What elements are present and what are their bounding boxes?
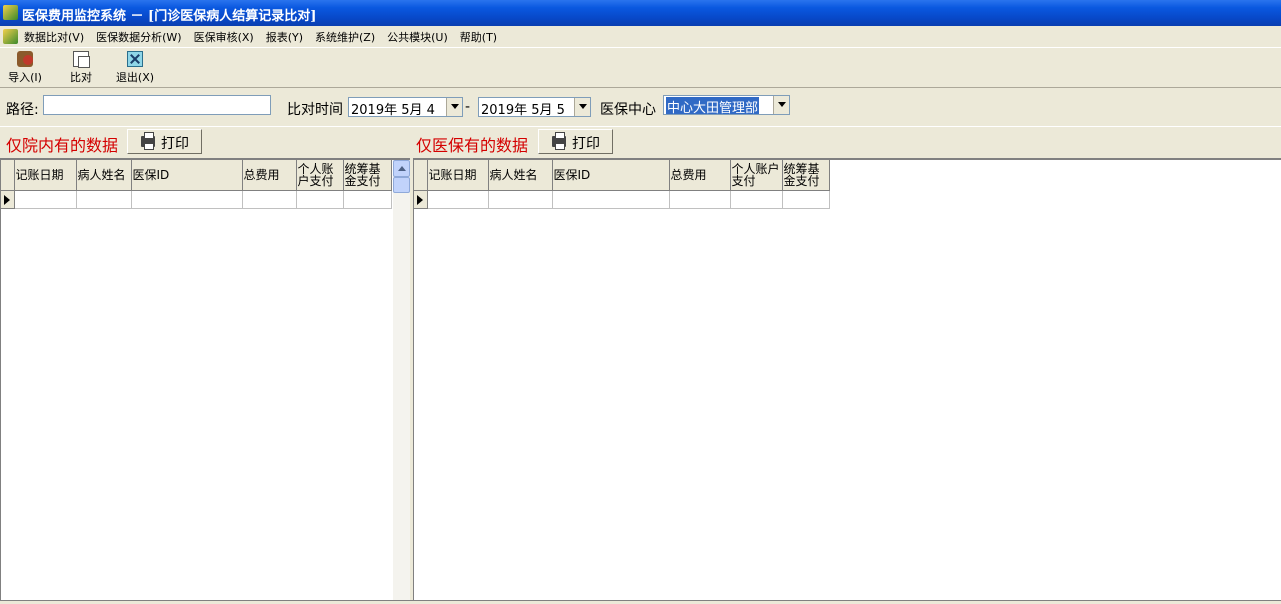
table-cell[interactable] <box>131 190 243 209</box>
hospital-only-title: 仅院内有的数据 <box>6 136 119 155</box>
table-cell[interactable] <box>343 190 392 209</box>
current-row-indicator <box>414 190 428 209</box>
print-right-label: 打印 <box>572 136 600 152</box>
column-header[interactable]: 统筹基金支付 <box>782 160 830 191</box>
column-header[interactable]: 记账日期 <box>427 160 489 191</box>
insurance-center-value: 中心大田管理部 <box>666 97 760 114</box>
status-edge <box>0 600 1281 604</box>
table-cell[interactable] <box>488 190 553 209</box>
chevron-down-icon[interactable] <box>446 98 462 116</box>
app-icon <box>3 5 18 20</box>
column-header[interactable]: 病人姓名 <box>488 160 553 191</box>
table-row[interactable] <box>1 190 392 209</box>
date-from-value: 2019年 5月 4 <box>351 103 435 117</box>
scroll-up-icon[interactable] <box>393 160 410 177</box>
title-bar: 医保费用监控系统 － [门诊医保病人结算记录比对] <box>0 0 1281 26</box>
menu-insurance-audit[interactable]: 医保审核(X) <box>194 29 254 45</box>
table-cell[interactable] <box>242 190 297 209</box>
scroll-thumb[interactable] <box>393 177 410 193</box>
insurance-only-grid[interactable]: 记账日期 病人姓名 医保ID 总费用 个人账户支付 统筹基金支付 <box>413 158 1281 600</box>
current-row-indicator <box>1 190 15 209</box>
date-to-picker[interactable]: 2019年 5月 5 <box>478 97 591 117</box>
menu-system-maintenance[interactable]: 系统维护(Z) <box>315 29 375 45</box>
insurance-center-label: 医保中心 <box>600 102 656 118</box>
printer-icon <box>141 132 155 150</box>
insurance-center-select[interactable]: 中心大田管理部 <box>663 95 790 115</box>
hospital-only-table: 记账日期 病人姓名 医保ID 总费用 个人账户支付 统筹基金支付 <box>1 160 392 209</box>
compare-button[interactable]: 比对 <box>66 49 96 85</box>
column-header[interactable]: 统筹基金支付 <box>343 160 392 191</box>
window-title: 医保费用监控系统 － [门诊医保病人结算记录比对] <box>22 9 317 24</box>
compare-time-label: 比对时间 <box>287 102 343 118</box>
menu-help[interactable]: 帮助(T) <box>460 29 497 45</box>
print-left-button[interactable]: 打印 <box>127 129 202 154</box>
insurance-only-title: 仅医保有的数据 <box>416 136 529 155</box>
exit-button[interactable]: 退出(X) <box>113 49 157 85</box>
app-menu-icon[interactable] <box>3 29 18 44</box>
path-input[interactable] <box>43 95 271 115</box>
column-header[interactable]: 个人账户支付 <box>730 160 783 191</box>
filter-bar: 路径: 比对时间 2019年 5月 4 - 2019年 5月 5 医保中心 中心… <box>0 88 1281 127</box>
exit-label: 退出(X) <box>115 71 155 84</box>
column-header[interactable]: 医保ID <box>552 160 670 191</box>
menu-insurance-analysis[interactable]: 医保数据分析(W) <box>96 29 181 45</box>
date-to-value: 2019年 5月 5 <box>481 103 565 117</box>
table-cell[interactable] <box>427 190 489 209</box>
menu-common-modules[interactable]: 公共模块(U) <box>387 29 448 45</box>
table-cell[interactable] <box>296 190 344 209</box>
table-cell[interactable] <box>14 190 77 209</box>
table-header-row: 记账日期 病人姓名 医保ID 总费用 个人账户支付 统筹基金支付 <box>414 160 830 191</box>
row-indicator-header <box>414 160 428 191</box>
insurance-only-table: 记账日期 病人姓名 医保ID 总费用 个人账户支付 统筹基金支付 <box>414 160 830 209</box>
copy-compare-icon <box>73 51 90 68</box>
import-button[interactable]: 导入(I) <box>4 49 46 85</box>
print-right-button[interactable]: 打印 <box>538 129 613 154</box>
column-header[interactable]: 记账日期 <box>14 160 77 191</box>
column-header[interactable]: 医保ID <box>131 160 243 191</box>
path-label: 路径: <box>6 102 39 118</box>
menu-data-compare[interactable]: 数据比对(V) <box>24 29 84 45</box>
date-range-dash: - <box>465 99 471 115</box>
printer-icon <box>552 132 566 150</box>
compare-label: 比对 <box>70 71 92 84</box>
column-header[interactable]: 总费用 <box>242 160 297 191</box>
table-cell[interactable] <box>669 190 731 209</box>
chevron-down-icon[interactable] <box>574 98 590 116</box>
menu-reports[interactable]: 报表(Y) <box>266 29 303 45</box>
import-label: 导入(I) <box>8 71 42 84</box>
chevron-down-icon[interactable] <box>773 96 789 114</box>
table-cell[interactable] <box>730 190 783 209</box>
close-icon <box>127 51 143 67</box>
column-header[interactable]: 总费用 <box>669 160 731 191</box>
table-row[interactable] <box>414 190 830 209</box>
toolbar: 导入(I) 比对 退出(X) <box>0 49 1281 88</box>
print-left-label: 打印 <box>161 136 189 152</box>
column-header[interactable]: 病人姓名 <box>76 160 132 191</box>
menu-bar: 数据比对(V) 医保数据分析(W) 医保审核(X) 报表(Y) 系统维护(Z) … <box>0 26 1281 48</box>
table-cell[interactable] <box>552 190 670 209</box>
import-icon <box>17 51 33 67</box>
hospital-only-grid[interactable]: 记账日期 病人姓名 医保ID 总费用 个人账户支付 统筹基金支付 <box>0 158 393 600</box>
table-cell[interactable] <box>76 190 132 209</box>
table-cell[interactable] <box>782 190 830 209</box>
table-header-row: 记账日期 病人姓名 医保ID 总费用 个人账户支付 统筹基金支付 <box>1 160 392 191</box>
row-indicator-header <box>1 160 15 191</box>
date-from-picker[interactable]: 2019年 5月 4 <box>348 97 463 117</box>
column-header[interactable]: 个人账户支付 <box>296 160 344 191</box>
left-vertical-scrollbar[interactable] <box>393 158 410 600</box>
